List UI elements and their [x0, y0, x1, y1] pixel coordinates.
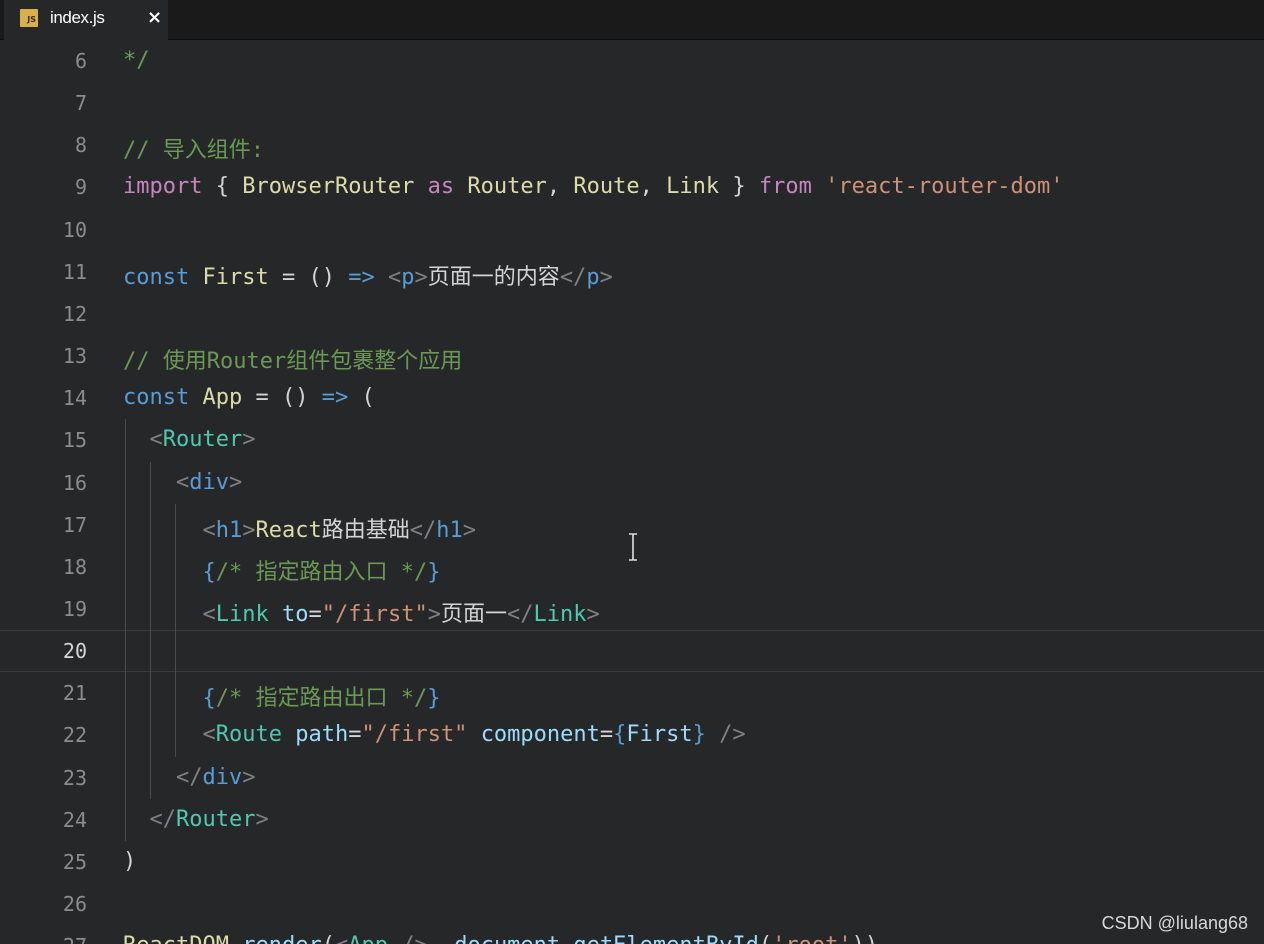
line-number: 14 — [62, 386, 87, 411]
line-number: 12 — [62, 301, 87, 326]
line-number: 18 — [62, 554, 87, 579]
code-text: {/* 指定路由出口 */} — [202, 686, 441, 712]
code-text: ReactDOM.render(<App />, document.getEle… — [123, 933, 878, 944]
code-text: // 导入组件: — [123, 138, 264, 164]
code-text: {/* 指定路由入口 */} — [202, 559, 441, 585]
tab-index-js[interactable]: JS index.js × — [4, 0, 168, 40]
code-text: <Link to="/first">页面一</Link> — [202, 601, 600, 627]
code-text: </div> — [176, 764, 256, 790]
code-line-16[interactable]: 16 <div> — [0, 462, 1264, 504]
indent-guide — [125, 419, 126, 841]
code-text: <h1>React路由基础</h1> — [202, 517, 477, 543]
code-line-24[interactable]: 24 </Router> — [0, 799, 1264, 841]
code-line-7[interactable]: 7 — [0, 82, 1264, 124]
code-text: import { BrowserRouter as Router, Route,… — [123, 174, 1064, 200]
line-number: 26 — [62, 892, 87, 916]
code-line-27[interactable]: 27 ReactDOM.render(<App />, document.getE… — [0, 925, 1264, 944]
line-number: 10 — [62, 217, 87, 242]
code-line-19[interactable]: 19 <Link to="/first">页面一</Link> — [0, 588, 1264, 630]
tab-label: index.js — [50, 8, 105, 27]
code-line-12[interactable]: 12 — [0, 293, 1264, 335]
code-text: const App = () => ( — [123, 385, 375, 411]
line-number: 20 — [62, 639, 87, 664]
code-text: ) — [123, 848, 137, 874]
line-number: 19 — [62, 596, 87, 621]
code-line-8[interactable]: 8 // 导入组件: — [0, 124, 1264, 166]
code-text: <Router> — [149, 427, 256, 453]
line-number: 21 — [62, 681, 87, 706]
line-number: 9 — [74, 175, 87, 200]
close-icon[interactable]: × — [147, 7, 162, 28]
indent-guide — [149, 461, 151, 799]
code-text: <div> — [176, 469, 243, 495]
code-line-22[interactable]: 22 <Route path="/first" component={First… — [0, 714, 1264, 756]
code-text: // 使用Router组件包裹整个应用 — [123, 349, 463, 375]
text-cursor-icon — [629, 533, 637, 561]
code-editor[interactable]: 6 */ 7 8 // 导入组件: 9 import { BrowserRouter as … — [0, 40, 1264, 944]
line-number: 25 — [62, 849, 87, 874]
code-line-26[interactable]: 26 — [0, 883, 1264, 925]
code-text: </Router> — [149, 806, 269, 832]
code-line-23[interactable]: 23 </div> — [0, 757, 1264, 799]
line-number: 6 — [74, 49, 87, 73]
code-line-13[interactable]: 13 // 使用Router组件包裹整个应用 — [0, 335, 1264, 377]
line-number: 7 — [74, 91, 87, 116]
line-number: 13 — [62, 344, 87, 369]
line-number: 24 — [62, 807, 87, 832]
line-number: 15 — [62, 428, 87, 453]
code-text: <Route path="/first" component={First} /… — [202, 722, 746, 748]
code-text: const First = () => <p>页面一的内容</p> — [123, 264, 613, 290]
code-line-20[interactable]: 20 — [0, 630, 1264, 673]
code-line-21[interactable]: 21 {/* 指定路由出口 */} — [0, 672, 1264, 714]
line-number: 8 — [74, 133, 87, 158]
line-number: 17 — [62, 512, 87, 537]
code-line-10[interactable]: 10 — [0, 209, 1264, 251]
line-number: 16 — [62, 470, 87, 495]
watermark: CSDN @liulang68 — [1101, 913, 1248, 933]
code-line-14[interactable]: 14 const App = () => ( — [0, 377, 1264, 419]
line-number: 11 — [62, 259, 87, 284]
tab-bar: JS index.js × — [0, 0, 1264, 40]
code-line-15[interactable]: 15 <Router> — [0, 419, 1264, 461]
code-text: */ — [123, 48, 150, 73]
line-number: 22 — [62, 723, 87, 748]
js-file-icon: JS — [20, 9, 38, 27]
code-line-9[interactable]: 9 import { BrowserRouter as Router, Route… — [0, 166, 1264, 208]
code-line-25[interactable]: 25) — [0, 841, 1264, 883]
line-number: 27 — [37, 934, 87, 944]
code-line-11[interactable]: 11 const First = () => <p>页面一的内容</p> — [0, 251, 1264, 293]
code-line-6[interactable]: 6 */ — [0, 40, 1264, 82]
line-number: 23 — [62, 765, 87, 790]
indent-guide — [174, 503, 176, 757]
